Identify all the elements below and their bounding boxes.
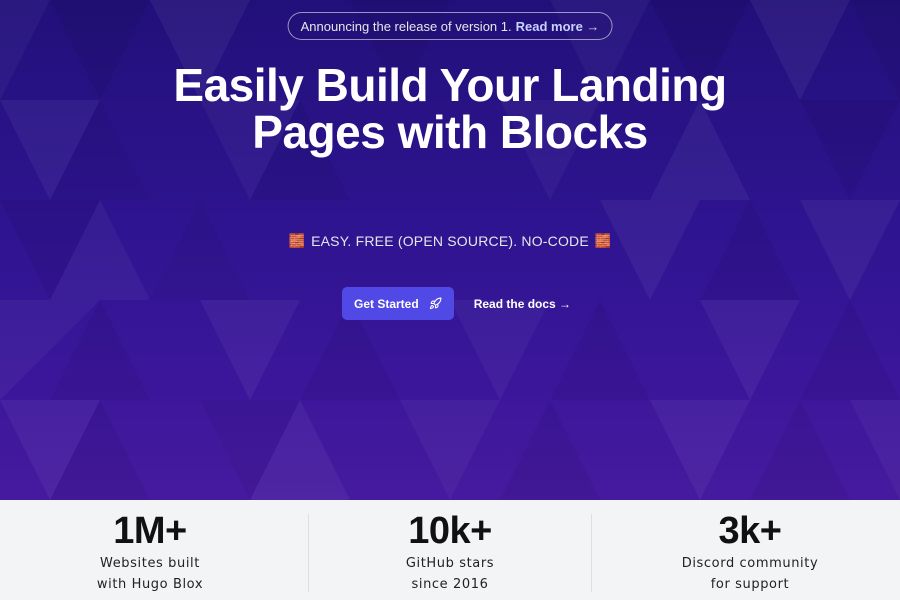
announcement-pill[interactable]: Announcing the release of version 1. Rea… xyxy=(287,12,613,40)
stat-github-stars: 10k+ GitHub stars since 2016 xyxy=(300,500,600,600)
stat-divider xyxy=(591,514,592,592)
stat-label-line1: Websites built xyxy=(100,556,200,571)
stats-section: 1M+ Websites built with Hugo Blox 10k+ G… xyxy=(0,500,900,600)
stat-websites: 1M+ Websites built with Hugo Blox xyxy=(0,500,300,600)
stat-value: 1M+ xyxy=(113,510,187,552)
stat-label-line2: with Hugo Blox xyxy=(96,577,204,592)
hero-content: Announcing the release of version 1. Rea… xyxy=(0,0,900,500)
announcement-text: Announcing the release of version 1. xyxy=(300,18,512,34)
hero-tagline: 🧱 EASY. FREE (OPEN SOURCE). NO-CODE 🧱 xyxy=(0,233,900,249)
get-started-label: Get Started xyxy=(354,296,419,311)
hero-section: Announcing the release of version 1. Rea… xyxy=(0,0,900,500)
rocket-icon xyxy=(429,297,442,310)
stat-label-line2: since 2016 xyxy=(411,577,489,592)
get-started-button[interactable]: Get Started xyxy=(342,287,454,320)
stat-label-line2: for support xyxy=(710,577,790,592)
read-more-link[interactable]: Read more → xyxy=(516,19,600,34)
stat-value: 10k+ xyxy=(408,510,492,552)
stat-value: 3k+ xyxy=(718,510,782,552)
stat-discord: 3k+ Discord community for support xyxy=(591,500,900,600)
brick-icon: 🧱 xyxy=(594,233,612,248)
read-the-docs-link[interactable]: Read the docs → xyxy=(474,297,571,311)
cta-row: Get Started Read the docs → xyxy=(342,287,571,320)
hero-title: Easily Build Your Landing Pages with Blo… xyxy=(173,59,727,158)
stat-label-line1: Discord community xyxy=(681,556,819,571)
stat-label-line1: GitHub stars xyxy=(405,556,495,571)
stat-divider xyxy=(308,514,309,592)
tagline-text: EASY. FREE (OPEN SOURCE). NO-CODE xyxy=(311,233,589,249)
brick-icon: 🧱 xyxy=(288,233,306,248)
